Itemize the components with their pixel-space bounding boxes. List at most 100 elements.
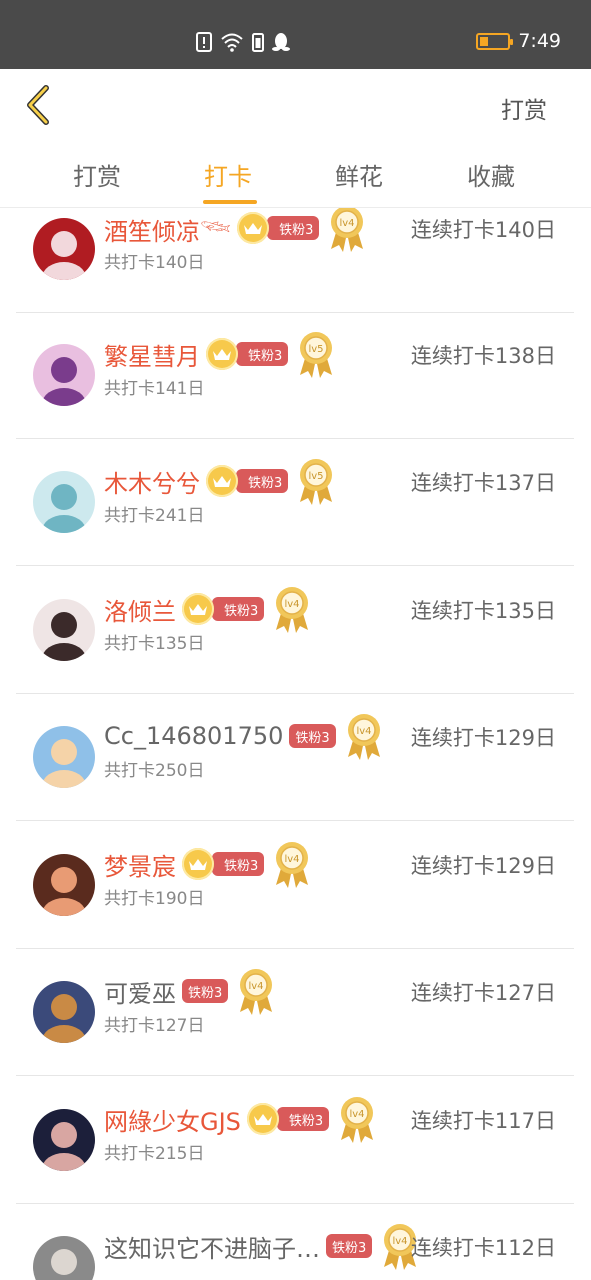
list-item[interactable]: 酒笙倾凉𓆝 铁粉3 lv4 共打卡140日 连续打卡140日: [16, 208, 574, 313]
level-text: lv4: [285, 854, 300, 865]
fan-badge: 铁粉3: [276, 1107, 330, 1131]
chevron-left-icon: [27, 85, 49, 125]
avatar[interactable]: [33, 1236, 95, 1280]
list-item[interactable]: 可爱巫 铁粉3 lv4 共打卡127日 连续打卡127日: [16, 949, 574, 1076]
list-item[interactable]: Cc_146801750 铁粉3 lv4 共打卡250日 连续打卡129日: [16, 694, 574, 821]
crown-icon: [182, 848, 214, 880]
top-nav-bar: 打赏: [0, 69, 591, 141]
checkin-list: 酒笙倾凉𓆝 铁粉3 lv4 共打卡140日 连续打卡140日 繁星彗月 铁粉3 lv5 共打卡1…: [0, 208, 591, 1280]
user-name[interactable]: 繁星彗月: [104, 337, 200, 372]
status-right: 7:49: [476, 30, 561, 52]
avatar[interactable]: [33, 854, 95, 916]
name-line: Cc_146801750 铁粉3 lv4: [104, 714, 384, 760]
tab-checkin[interactable]: 打卡: [204, 157, 252, 192]
crown-icon: [206, 338, 238, 370]
clock: 7:49: [518, 30, 561, 52]
list-item[interactable]: 这知识它不进脑子… 铁粉3 lv4 连续打卡112日: [16, 1204, 574, 1280]
level-medal-icon: lv4: [272, 584, 312, 634]
streak-text: 连续打卡117日: [410, 1109, 556, 1133]
fan-badge: 铁粉3: [212, 597, 265, 621]
battery-icon: [476, 32, 514, 50]
crown-icon: [206, 465, 238, 497]
name-line: 这知识它不进脑子… 铁粉3 lv4: [104, 1224, 420, 1270]
tab-bar: 打赏 打卡 鲜花 收藏: [0, 141, 591, 208]
level-text: lv4: [356, 726, 371, 737]
level-medal-icon: lv4: [236, 966, 276, 1016]
status-bar: 7:49: [0, 0, 591, 69]
streak-text: 连续打卡135日: [410, 599, 556, 623]
crown-icon: [246, 1103, 279, 1135]
status-icons: [196, 32, 290, 52]
reward-action-button[interactable]: 打赏: [501, 91, 547, 125]
level-text: lv4: [249, 981, 264, 992]
active-tab-indicator: [203, 200, 257, 204]
tab-favorites[interactable]: 收藏: [467, 157, 515, 192]
list-item[interactable]: 梦景宸 铁粉3 lv4 共打卡190日 连续打卡129日: [16, 822, 574, 949]
level-text: lv4: [285, 599, 300, 610]
user-name[interactable]: 网綠少女GJS: [104, 1102, 241, 1137]
avatar[interactable]: [33, 981, 95, 1043]
streak-text: 连续打卡127日: [410, 981, 556, 1005]
level-medal-icon: lv4: [327, 208, 367, 253]
streak-text: 连续打卡129日: [410, 854, 556, 878]
total-checkin-text: 共打卡140日: [104, 253, 205, 273]
level-medal-icon: lv4: [337, 1094, 377, 1144]
alert-icon: [196, 32, 212, 52]
tab-flowers[interactable]: 鲜花: [335, 157, 383, 192]
streak-text: 连续打卡129日: [410, 726, 556, 750]
name-line: 繁星彗月 铁粉3 lv5: [104, 332, 336, 378]
list-item[interactable]: 木木兮兮 铁粉3 lv5 共打卡241日 连续打卡137日: [16, 439, 574, 566]
user-name[interactable]: 这知识它不进脑子…: [104, 1229, 320, 1264]
avatar[interactable]: [33, 1109, 95, 1171]
name-line: 洛倾兰 铁粉3 lv4: [104, 587, 312, 633]
list-item[interactable]: 繁星彗月 铁粉3 lv5 共打卡141日 连续打卡138日: [16, 312, 574, 439]
list-item[interactable]: 洛倾兰 铁粉3 lv4 共打卡135日 连续打卡135日: [16, 567, 574, 694]
list-item[interactable]: 网綠少女GJS 铁粉3 lv4 共打卡215日 连续打卡117日: [16, 1077, 574, 1204]
total-checkin-text: 共打卡250日: [104, 761, 205, 781]
crown-icon: [237, 212, 270, 244]
avatar[interactable]: [33, 599, 95, 661]
avatar[interactable]: [33, 471, 95, 533]
streak-text: 连续打卡138日: [410, 344, 556, 368]
total-checkin-text: 共打卡135日: [104, 634, 205, 654]
total-checkin-text: 共打卡215日: [104, 1144, 205, 1164]
level-text: lv4: [350, 1109, 365, 1120]
total-checkin-text: 共打卡127日: [104, 1016, 205, 1036]
avatar[interactable]: [33, 726, 95, 788]
user-name[interactable]: 洛倾兰: [104, 592, 176, 627]
avatar[interactable]: [33, 344, 95, 406]
total-checkin-text: 共打卡141日: [104, 379, 205, 399]
total-checkin-text: 共打卡190日: [104, 889, 205, 909]
name-line: 网綠少女GJS 铁粉3 lv4: [104, 1097, 377, 1143]
user-name[interactable]: 酒笙倾凉𓆝: [104, 208, 231, 248]
streak-text: 连续打卡112日: [410, 1236, 556, 1260]
fan-badge: 铁粉3: [212, 852, 265, 876]
fan-badge: 铁粉3: [267, 216, 320, 240]
fan-badge: 铁粉3: [236, 469, 289, 493]
level-text: lv4: [393, 1236, 408, 1247]
level-text: lv5: [309, 471, 324, 482]
qq-penguin-icon: [272, 33, 290, 51]
tab-reward[interactable]: 打赏: [73, 157, 121, 192]
user-name[interactable]: 可爱巫: [104, 974, 176, 1009]
name-line: 可爱巫 铁粉3 lv4: [104, 969, 276, 1015]
streak-text: 连续打卡140日: [410, 218, 556, 242]
level-medal-icon: lv5: [296, 456, 336, 506]
user-name[interactable]: Cc_146801750: [104, 722, 283, 750]
name-line: 木木兮兮 铁粉3 lv5: [104, 459, 336, 505]
avatar[interactable]: [33, 218, 95, 280]
level-medal-icon: lv4: [272, 839, 312, 889]
fan-badge: 铁粉3: [326, 1234, 373, 1258]
fan-badge: 铁粉3: [289, 724, 336, 748]
level-medal-icon: lv4: [344, 711, 384, 761]
name-line: 梦景宸 铁粉3 lv4: [104, 842, 312, 888]
total-checkin-text: 共打卡241日: [104, 506, 205, 526]
fan-badge: 铁粉3: [182, 979, 229, 1003]
user-name[interactable]: 梦景宸: [104, 847, 176, 882]
sim-icon: [252, 33, 264, 52]
fan-badge: 铁粉3: [236, 342, 289, 366]
user-name[interactable]: 木木兮兮: [104, 464, 200, 499]
back-button[interactable]: [22, 83, 56, 127]
crown-icon: [182, 593, 214, 625]
wifi-icon: [221, 33, 243, 52]
